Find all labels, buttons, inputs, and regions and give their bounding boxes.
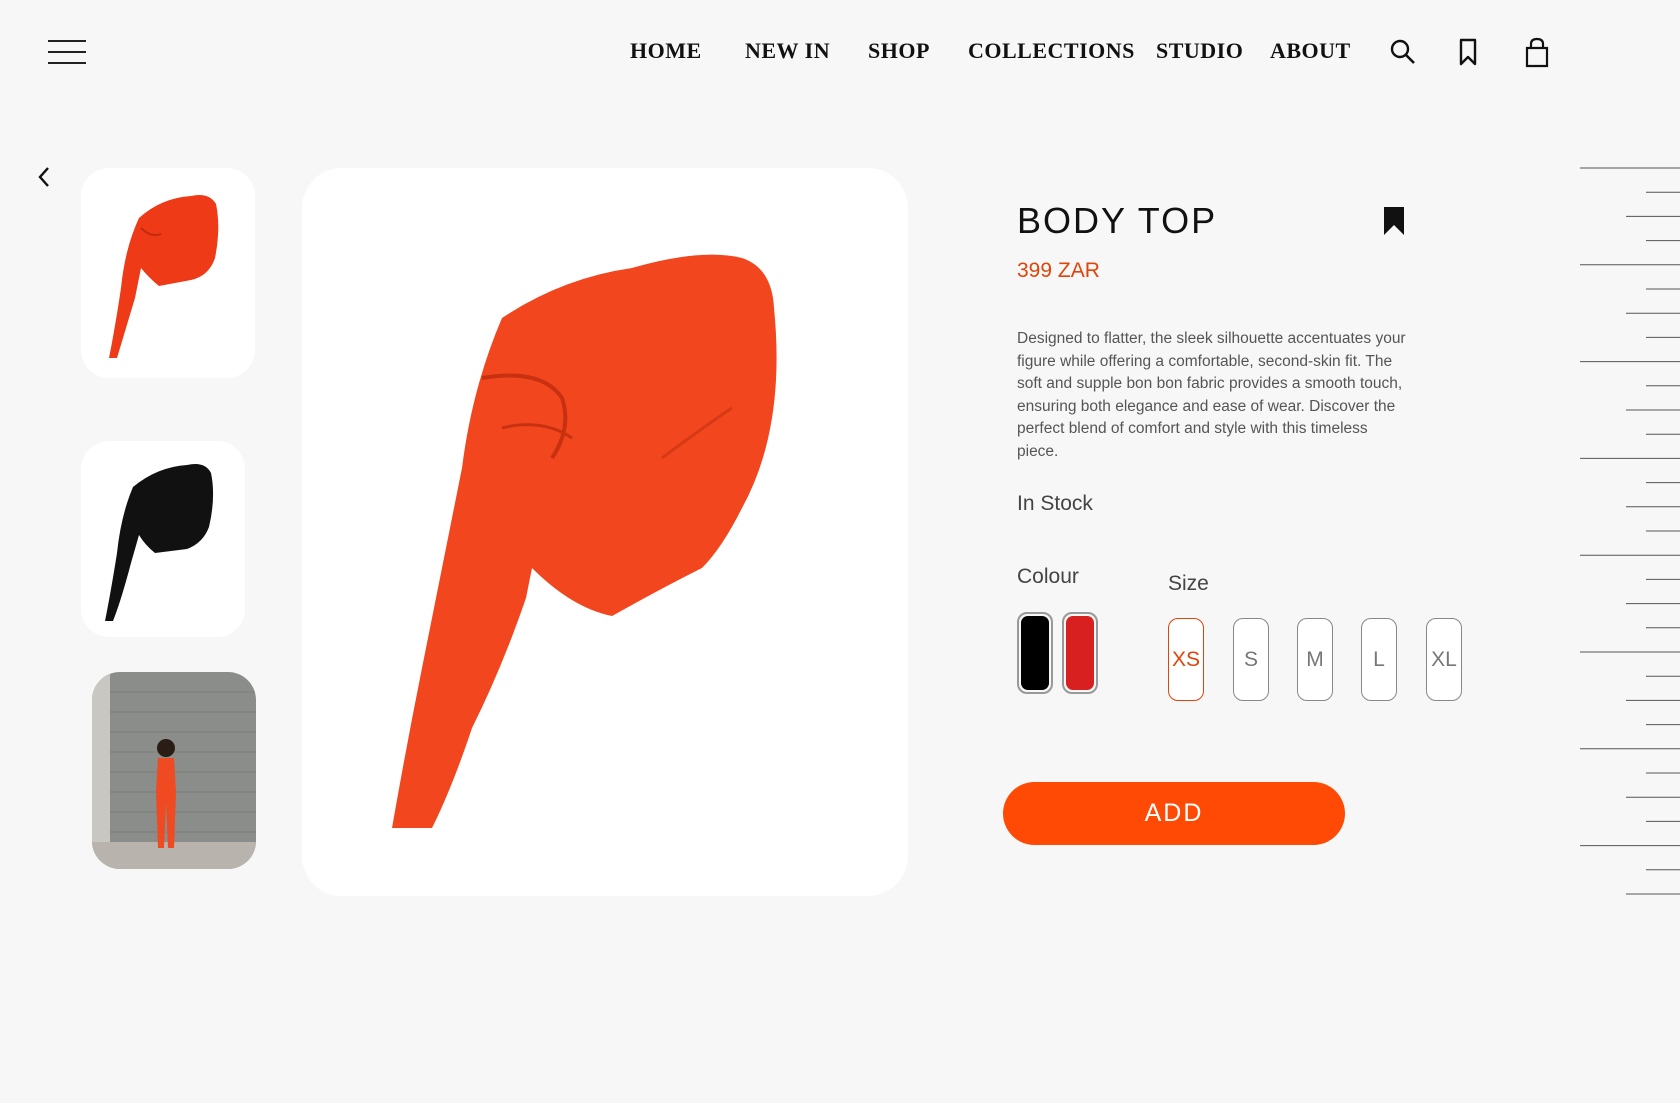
size-xl-button[interactable]: XL <box>1426 618 1462 701</box>
product-description: Designed to flatter, the sleek silhouett… <box>1017 330 1406 460</box>
colour-label: Colour <box>1017 565 1079 588</box>
back-arrow-icon[interactable] <box>34 164 56 190</box>
size-m-button[interactable]: M <box>1297 618 1333 701</box>
product-price: 399 ZAR <box>1017 259 1100 282</box>
product-title: BODY TOP <box>1017 200 1218 241</box>
size-xs-button[interactable]: XS <box>1168 618 1204 701</box>
nav-home[interactable]: HOME <box>630 38 702 64</box>
nav-studio[interactable]: STUDIO <box>1156 38 1243 64</box>
stock-status: In Stock <box>1017 492 1093 515</box>
thumbnail-model-photo[interactable] <box>92 672 256 869</box>
add-to-cart-button[interactable]: ADD <box>1003 782 1345 845</box>
bookmark-filled-icon[interactable] <box>1382 205 1406 237</box>
shopping-bag-icon[interactable] <box>1522 36 1552 68</box>
thumbnail-black-top[interactable] <box>81 441 245 637</box>
nav-shop[interactable]: SHOP <box>868 38 930 64</box>
ruler-decoration <box>1580 167 1680 895</box>
colour-swatch-red[interactable] <box>1062 612 1098 694</box>
nav-new-in[interactable]: NEW IN <box>745 38 830 64</box>
bookmark-icon[interactable] <box>1453 36 1483 68</box>
nav-collections[interactable]: COLLECTIONS <box>968 38 1135 64</box>
nav-about[interactable]: ABOUT <box>1270 38 1351 64</box>
hamburger-menu-icon[interactable] <box>48 40 86 64</box>
main-product-image <box>302 168 908 896</box>
size-s-button[interactable]: S <box>1233 618 1269 701</box>
search-icon[interactable] <box>1388 36 1418 68</box>
thumbnail-red-top[interactable] <box>81 168 255 378</box>
size-l-button[interactable]: L <box>1361 618 1397 701</box>
size-label: Size <box>1168 572 1209 595</box>
colour-swatch-black[interactable] <box>1017 612 1053 694</box>
